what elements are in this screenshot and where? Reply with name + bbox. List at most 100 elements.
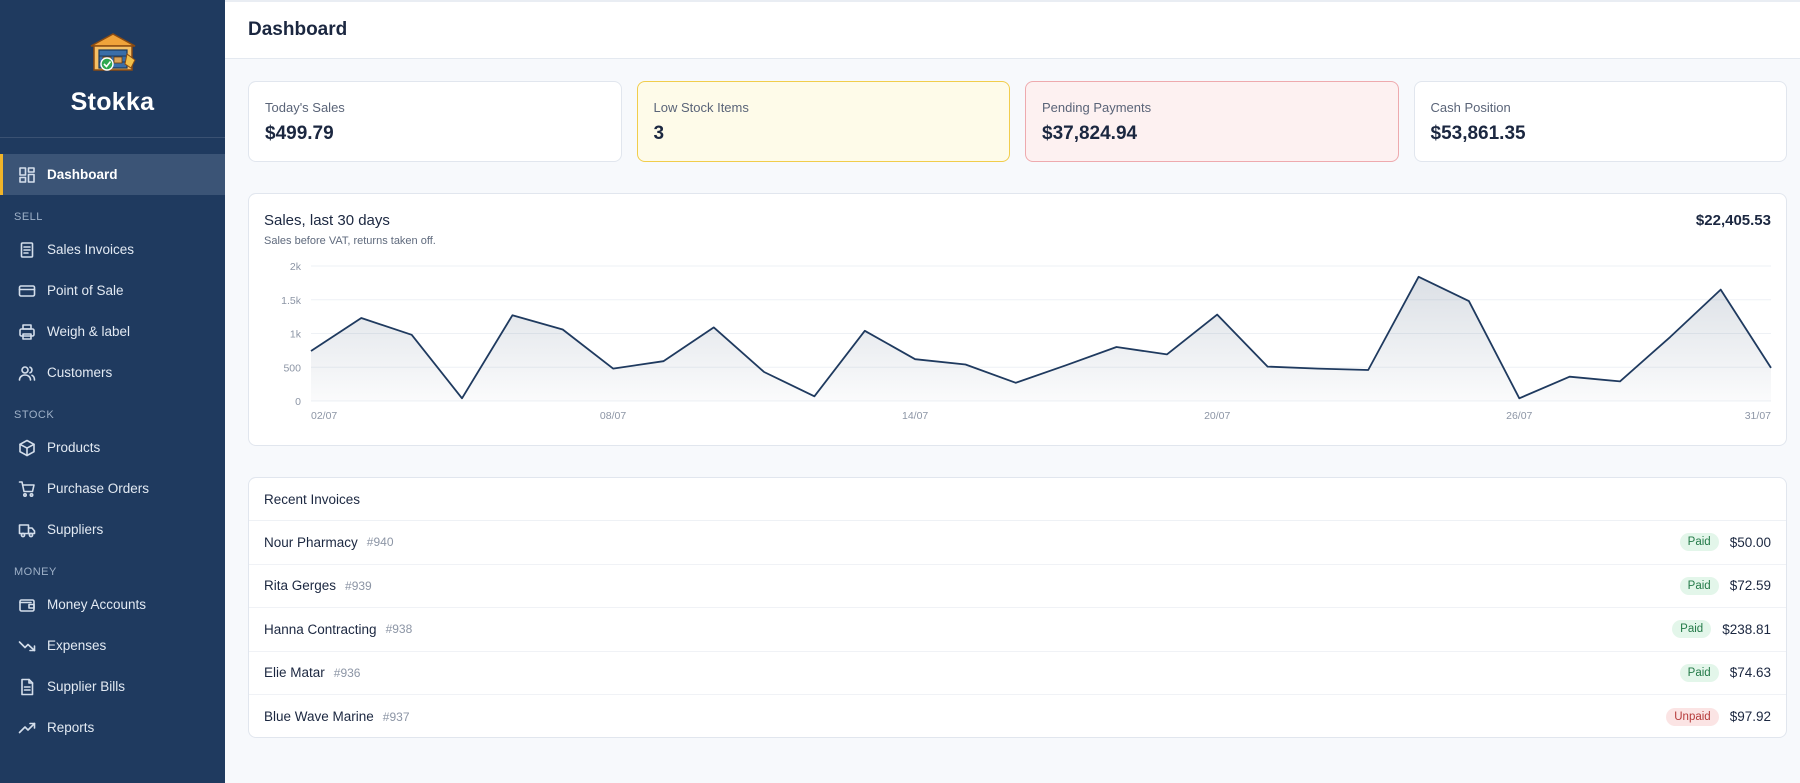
invoice-customer: Blue Wave Marine [264, 709, 374, 725]
sidebar-item-weigh-label[interactable]: Weigh & label [0, 311, 225, 352]
sidebar-item-label: Dashboard [47, 167, 118, 182]
invoice-customer: Rita Gerges [264, 578, 337, 594]
status-badge: Paid [1679, 533, 1719, 552]
invoice-row[interactable]: Elie Matar #936 Paid $74.63 [249, 652, 1786, 695]
data-point [1014, 381, 1018, 385]
y-tick-label: 500 [283, 362, 301, 374]
data-point [812, 394, 816, 398]
sidebar-item-supplier-bills[interactable]: Supplier Bills [0, 666, 225, 707]
trending-up-icon [18, 719, 36, 737]
stat-card-cash-position[interactable]: Cash Position $53,861.35 [1413, 81, 1787, 162]
sidebar-item-label: Weigh & label [47, 324, 131, 339]
sidebar-item-suppliers[interactable]: Suppliers [0, 509, 225, 550]
sidebar-item-label: Point of Sale [47, 283, 124, 298]
section-label-stock: STOCK [14, 409, 55, 421]
data-point [460, 396, 464, 400]
data-point [561, 328, 565, 332]
data-point [1769, 366, 1773, 370]
sidebar-item-label: Products [47, 440, 101, 455]
invoice-row[interactable]: Nour Pharmacy #940 Paid $50.00 [249, 521, 1786, 565]
stat-card-low-stock[interactable]: Low Stock Items 3 [636, 81, 1010, 162]
app-name: Stokka [70, 88, 155, 116]
stat-card-todays-sales[interactable]: Today's Sales $499.79 [248, 81, 622, 162]
recent-invoices-panel: Recent Invoices Nour Pharmacy #940 Paid $50… [248, 477, 1787, 738]
status-badge: Paid [1672, 620, 1712, 639]
invoice-customer: Nour Pharmacy [264, 534, 358, 550]
data-point [1064, 363, 1068, 367]
stat-card-label: Today's Sales [265, 100, 345, 115]
data-point [1165, 352, 1169, 356]
invoice-row[interactable]: Hanna Contracting #938 Paid $238.81 [249, 608, 1786, 652]
sidebar-item-reports[interactable]: Reports [0, 707, 225, 748]
y-tick-label: 2k [290, 261, 302, 273]
data-point [1366, 368, 1370, 372]
invoice-amount: $72.59 [1729, 578, 1771, 594]
invoice-number: #937 [382, 709, 410, 724]
sidebar-item-sales-invoices[interactable]: Sales Invoices [0, 229, 225, 270]
invoice-number: #939 [345, 578, 372, 593]
data-point [359, 316, 363, 320]
stat-card-label: Pending Payments [1042, 100, 1152, 115]
data-point [309, 349, 313, 353]
sidebar-item-products[interactable]: Products [0, 427, 225, 468]
data-point [964, 363, 968, 367]
invoice-icon [18, 241, 36, 259]
data-point [1618, 379, 1622, 383]
invoice-row[interactable]: Blue Wave Marine #937 Unpaid $97.92 [249, 695, 1786, 739]
x-tick-label: 20/07 [1204, 410, 1230, 422]
data-point [913, 357, 917, 361]
x-tick-label: 08/07 [600, 410, 626, 422]
sidebar-item-label: Suppliers [47, 522, 104, 537]
data-point [510, 313, 514, 317]
card-icon [18, 282, 36, 300]
sidebar-item-label: Money Accounts [47, 597, 147, 612]
sidebar-item-customers[interactable]: Customers [0, 352, 225, 393]
y-tick-label: 1.5k [281, 295, 302, 307]
data-point [1115, 345, 1119, 349]
invoice-amount: $97.92 [1729, 709, 1771, 725]
invoice-amount: $238.81 [1722, 621, 1771, 637]
truck-icon [18, 521, 36, 539]
section-label-money: MONEY [14, 566, 57, 578]
x-tick-label: 14/07 [902, 410, 928, 422]
stat-card-pending-payments[interactable]: Pending Payments $37,824.94 [1025, 81, 1399, 162]
stat-card-label: Low Stock Items [653, 100, 749, 115]
sidebar-item-dashboard[interactable]: Dashboard [0, 154, 225, 195]
sidebar-item-label: Expenses [47, 638, 107, 653]
invoice-number: #940 [366, 535, 394, 550]
invoice-customer: Elie Matar [264, 665, 325, 681]
main-content: Dashboard Today's Sales $499.79 Low Stoc… [225, 0, 1800, 783]
data-point [863, 329, 867, 333]
warehouse-logo-icon [90, 33, 136, 71]
document-icon [18, 678, 36, 696]
sidebar-item-label: Sales Invoices [47, 242, 135, 257]
data-point [661, 359, 665, 363]
sidebar-item-point-of-sale[interactable]: Point of Sale [0, 270, 225, 311]
dashboard-content: Today's Sales $499.79 Low Stock Items 3 … [225, 59, 1800, 738]
data-point [1719, 288, 1723, 292]
recent-invoices-title: Recent Invoices [249, 478, 1786, 521]
sidebar-item-label: Supplier Bills [47, 679, 126, 694]
chart-title: Sales, last 30 days [264, 212, 390, 229]
stat-card-value: 3 [653, 123, 665, 144]
sidebar-item-expenses[interactable]: Expenses [0, 625, 225, 666]
status-badge: Unpaid [1666, 707, 1719, 726]
data-point [1467, 299, 1471, 303]
status-badge: Paid [1679, 663, 1719, 682]
x-tick-label: 26/07 [1506, 410, 1532, 422]
sales-chart-panel: Sales, last 30 days $22,405.53 Sales bef… [248, 193, 1787, 446]
invoice-row[interactable]: Rita Gerges #939 Paid $72.59 [249, 565, 1786, 608]
sidebar-item-purchase-orders[interactable]: Purchase Orders [0, 468, 225, 509]
stat-cards: Today's Sales $499.79 Low Stock Items 3 … [248, 81, 1787, 162]
series-area [311, 276, 1771, 401]
section-label-sell: SELL [14, 211, 43, 223]
stat-card-value: $37,824.94 [1042, 123, 1138, 144]
sidebar: Stokka Dashboard SELL Sales Invoices Poi… [0, 0, 225, 783]
stat-card-value: $499.79 [265, 123, 334, 144]
invoice-number: #938 [385, 622, 413, 637]
chart-subtitle: Sales before VAT, returns taken off. [264, 235, 436, 247]
sidebar-item-money-accounts[interactable]: Money Accounts [0, 584, 225, 625]
cart-icon [18, 480, 36, 498]
brand: Stokka [0, 0, 225, 138]
data-point [611, 367, 615, 371]
